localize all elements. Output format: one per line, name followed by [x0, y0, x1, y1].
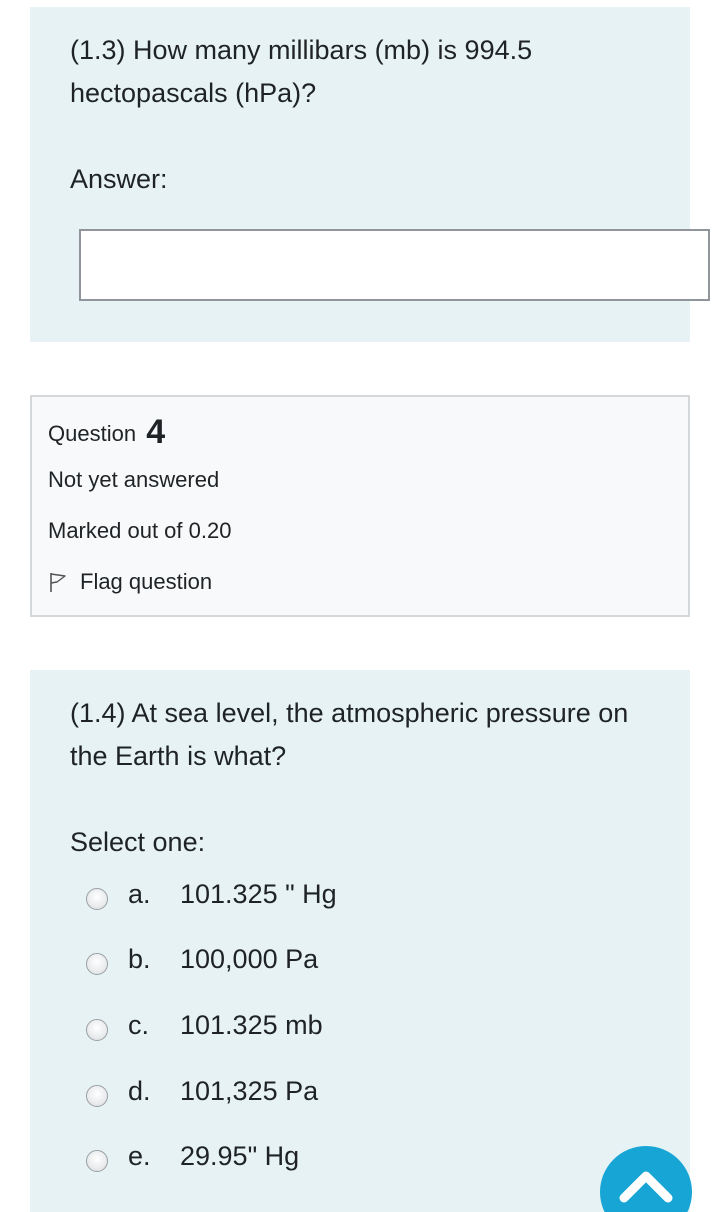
option-text: 100,000 Pa	[180, 943, 319, 974]
option-letter: e.	[128, 1140, 151, 1171]
radio-button[interactable]	[86, 888, 108, 910]
option-letter: a.	[128, 878, 151, 909]
question-number: Question 4	[48, 411, 166, 451]
question-grade: Marked out of 0.20	[48, 518, 232, 543]
option-text: 101.325 " Hg	[180, 878, 337, 909]
option-c[interactable]: c. 101.325 mb	[86, 1005, 323, 1045]
option-letter: c.	[128, 1009, 150, 1040]
option-a[interactable]: a. 101.325 " Hg	[86, 874, 337, 914]
quiz-page: (1.3) How many millibars (mb) is 994.5 h…	[0, 0, 720, 1212]
flag-question-label: Flag question	[80, 569, 213, 594]
option-e[interactable]: e. 29.95" Hg	[86, 1136, 299, 1176]
question-number-value: 4	[146, 413, 166, 451]
question-4-content: (1.4) At sea level, the atmospheric pres…	[30, 670, 690, 1212]
option-d[interactable]: d. 101,325 Pa	[86, 1071, 318, 1111]
option-text: 29.95" Hg	[180, 1140, 300, 1171]
flag-question-link[interactable]: Flag question	[48, 569, 212, 595]
question-state: Not yet answered	[48, 467, 220, 492]
question-4-text: (1.4) At sea level, the atmospheric pres…	[70, 698, 629, 771]
option-text: 101.325 mb	[180, 1009, 323, 1040]
chevron-up-icon	[619, 1171, 673, 1203]
radio-button[interactable]	[86, 1019, 108, 1041]
question-3-content: (1.3) How many millibars (mb) is 994.5 h…	[30, 7, 710, 342]
radio-button[interactable]	[86, 953, 108, 975]
radio-button[interactable]	[86, 1150, 108, 1172]
option-text: 101,325 Pa	[180, 1075, 319, 1106]
select-one-label: Select one:	[70, 827, 206, 857]
answer-label: Answer:	[70, 164, 168, 194]
question-4-info: Question 4 Not yet answered Marked out o…	[30, 395, 690, 617]
radio-button[interactable]	[86, 1085, 108, 1107]
option-letter: b.	[128, 943, 151, 974]
option-b[interactable]: b. 100,000 Pa	[86, 939, 318, 979]
question-word: Question	[48, 421, 137, 446]
option-letter: d.	[128, 1075, 151, 1106]
answer-input[interactable]	[79, 229, 710, 301]
question-3-text: (1.3) How many millibars (mb) is 994.5 h…	[70, 35, 533, 108]
flag-outline-icon	[50, 573, 66, 592]
